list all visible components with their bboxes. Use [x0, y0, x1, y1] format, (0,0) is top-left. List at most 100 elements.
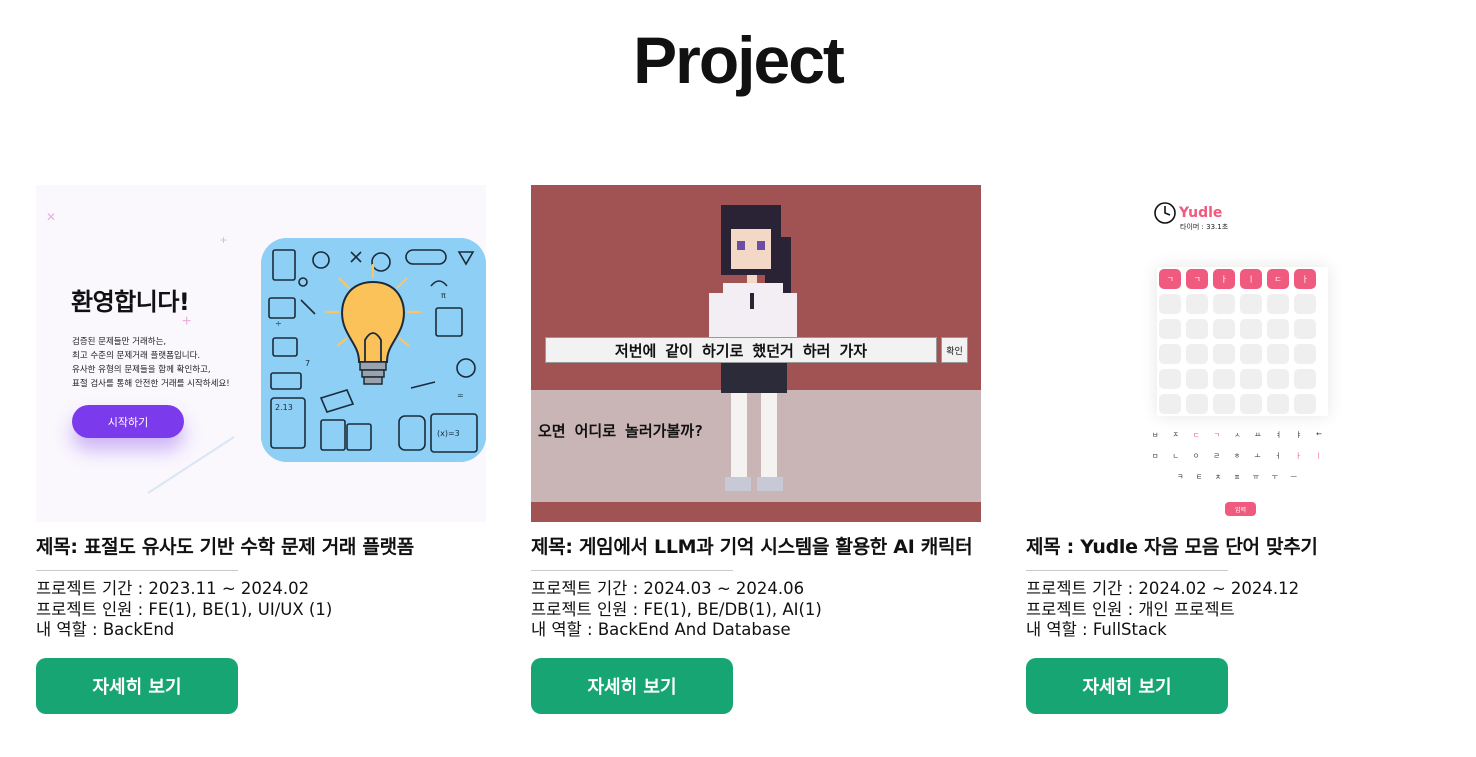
npc-dialog: 오면 어디로 놀러가볼까?: [538, 422, 704, 440]
start-button: 시작하기: [72, 405, 184, 438]
board-tile: ㄱ: [1186, 269, 1208, 289]
board-tile: [1267, 319, 1289, 339]
board-tile: [1240, 394, 1262, 414]
board-tile: [1213, 369, 1235, 389]
detail-button[interactable]: 자세히 보기: [36, 658, 238, 714]
project-meta: 프로젝트 기간 : 2024.02 ~ 2024.12 프로젝트 인원 : 개인…: [1026, 579, 1476, 641]
project-card-2: 저번에 같이 하기로 했던거 하러 가자 확인 오면 어디로 놀러가볼까? 제목…: [531, 185, 981, 714]
board-tile: [1294, 294, 1316, 314]
key: ←: [1316, 430, 1322, 438]
board-tile: ㅏ: [1213, 269, 1235, 289]
key: ㅣ: [1315, 452, 1322, 460]
chat-input: 저번에 같이 하기로 했던거 하러 가자: [545, 337, 937, 363]
key: ㅑ: [1295, 431, 1303, 439]
board-tile: [1186, 344, 1208, 364]
board-tile: [1294, 344, 1316, 364]
page-title: Project: [633, 23, 845, 97]
board-tile: [1186, 369, 1208, 389]
board-tile: ㅏ: [1294, 269, 1316, 289]
svg-text:7: 7: [305, 359, 310, 368]
board-tile: [1267, 344, 1289, 364]
key: ㅋ: [1177, 473, 1184, 481]
key: ㅎ: [1233, 452, 1241, 460]
project-card-1: ✕ + + 환영합니다! 검증된 문제들만 거래하는, 최고 수준의 문제거래 …: [36, 185, 486, 714]
project-period: 프로젝트 기간 : 2024.02 ~ 2024.12: [1026, 579, 1300, 598]
detail-button[interactable]: 자세히 보기: [531, 658, 733, 714]
project-members: 프로젝트 인원 : FE(1), BE(1), UI/UX (1): [36, 599, 333, 619]
key: ㅍ: [1233, 473, 1241, 481]
board-tile: [1213, 294, 1235, 314]
key: ㅂ: [1152, 431, 1159, 439]
svg-text:=: =: [457, 391, 464, 400]
project-title: 제목: 게임에서 LLM과 기억 시스템을 활용한 AI 캐릭터: [531, 536, 973, 558]
keyboard: ㅂ ㅈ ㄷ ㄱ ㅅ ㅛ ㅕ ㅑ ← ㅁ ㄴ ㅇ ㄹ ㅎ ㅗ ㅓ ㅏ ㅣ ㅋ ㅌ …: [1152, 430, 1322, 493]
board-tile: [1240, 294, 1262, 314]
game-board: ㄱ ㄱ ㅏ ㅣ ㄷ ㅏ: [1157, 267, 1328, 416]
board-tile: [1213, 319, 1235, 339]
key: ㅕ: [1275, 431, 1282, 439]
key: ㅓ: [1274, 452, 1282, 460]
board-tile: [1159, 294, 1181, 314]
thumbnail-heading: 환영합니다!: [71, 288, 190, 316]
project-thumbnail-3[interactable]: Yudle 타이머 : 33.1초 ㄱ ㄱ ㅏ ㅣ ㄷ ㅏ ㅂ ㅈ ㄷ ㄱ ㅅ …: [1026, 185, 1476, 522]
thumbnail-description: 검증된 문제들만 거래하는, 최고 수준의 문제거래 플랫폼입니다. 유사한 유…: [72, 337, 230, 389]
project-role: 내 역할 : BackEnd: [36, 620, 175, 639]
key: ㄴ: [1172, 452, 1179, 460]
key: ㅏ: [1295, 452, 1302, 460]
board-tile: [1240, 369, 1262, 389]
confirm-button: 확인: [941, 337, 968, 363]
project-members: 프로젝트 인원 : FE(1), BE/DB(1), AI(1): [531, 599, 822, 619]
key: ㄷ: [1193, 431, 1200, 439]
project-period: 프로젝트 기간 : 2024.03 ~ 2024.06: [531, 579, 805, 598]
divider: [36, 570, 238, 571]
board-tile: [1294, 369, 1316, 389]
board-tile: [1159, 394, 1181, 414]
project-members: 프로젝트 인원 : 개인 프로젝트: [1026, 599, 1235, 619]
key: ㅠ: [1252, 473, 1260, 481]
board-tile: [1240, 319, 1262, 339]
board-tile: [1213, 394, 1235, 414]
sparkle-icon: ✕: [46, 210, 57, 224]
key: ㅈ: [1172, 431, 1179, 439]
key: ㅗ: [1254, 452, 1261, 460]
svg-text:÷: ÷: [275, 319, 282, 328]
project-thumbnail-1[interactable]: ✕ + + 환영합니다! 검증된 문제들만 거래하는, 최고 수준의 문제거래 …: [36, 185, 486, 522]
decorative-line: [147, 436, 235, 494]
board-tile: [1186, 319, 1208, 339]
lightbulb-math-collage-icon: ÷ 7 π = (x)=3 2.13: [261, 238, 486, 462]
board-tile: [1294, 319, 1316, 339]
project-meta: 프로젝트 기간 : 2023.11 ~ 2024.02 프로젝트 인원 : FE…: [36, 579, 486, 641]
board-tile: [1240, 344, 1262, 364]
board-tile: [1267, 394, 1289, 414]
project-role: 내 역할 : FullStack: [1026, 620, 1167, 639]
project-meta: 프로젝트 기간 : 2024.03 ~ 2024.06 프로젝트 인원 : FE…: [531, 579, 981, 641]
svg-text:2.13: 2.13: [275, 403, 293, 412]
svg-text:π: π: [441, 291, 446, 300]
board-tile: [1294, 394, 1316, 414]
board-tile: ㄱ: [1159, 269, 1181, 289]
logo-text: Yudle: [1179, 205, 1223, 221]
board-tile: ㄷ: [1267, 269, 1289, 289]
project-role: 내 역할 : BackEnd And Database: [531, 620, 791, 639]
board-tile: ㅣ: [1240, 269, 1262, 289]
key: ㄱ: [1213, 431, 1220, 439]
key: ㅛ: [1254, 431, 1262, 439]
project-card-3: Yudle 타이머 : 33.1초 ㄱ ㄱ ㅏ ㅣ ㄷ ㅏ ㅂ ㅈ ㄷ ㄱ ㅅ …: [1026, 185, 1476, 714]
project-title: 제목 : Yudle 자음 모음 단어 맞추기: [1026, 536, 1318, 558]
project-period: 프로젝트 기간 : 2023.11 ~ 2024.02: [36, 579, 310, 598]
detail-button[interactable]: 자세히 보기: [1026, 658, 1228, 714]
board-tile: [1267, 294, 1289, 314]
board-tile: [1159, 319, 1181, 339]
project-title: 제목: 표절도 유사도 기반 수학 문제 거래 플랫폼: [36, 536, 414, 558]
clock-icon: [1154, 202, 1176, 224]
board-tile: [1267, 369, 1289, 389]
board-tile: [1186, 294, 1208, 314]
key: ㅜ: [1271, 473, 1279, 481]
svg-text:(x)=3: (x)=3: [437, 429, 460, 438]
key: ㅅ: [1234, 431, 1241, 439]
submit-button: 입력: [1225, 502, 1256, 516]
sparkle-icon: +: [220, 233, 228, 247]
project-thumbnail-2[interactable]: 저번에 같이 하기로 했던거 하러 가자 확인 오면 어디로 놀러가볼까?: [531, 185, 981, 522]
key: ㅌ: [1195, 473, 1203, 481]
key: ㄹ: [1213, 452, 1220, 460]
